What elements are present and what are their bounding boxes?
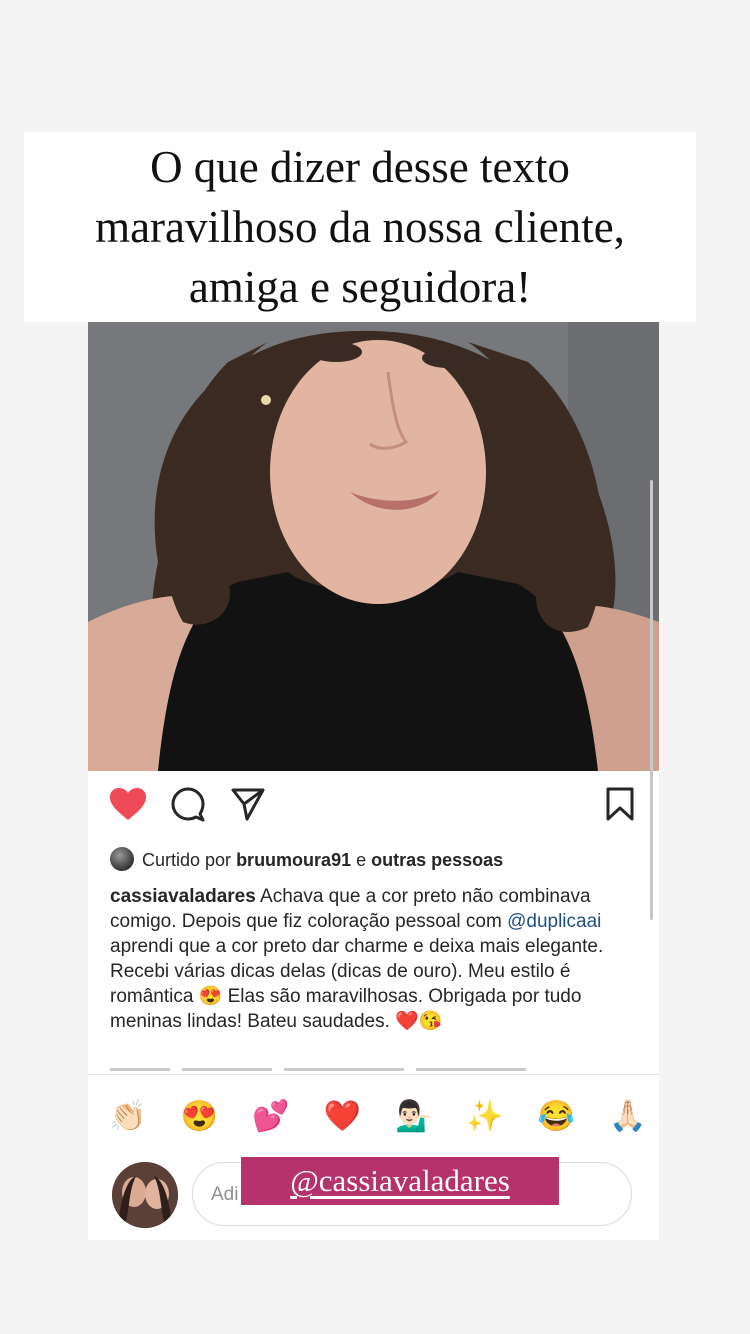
liked-by-username[interactable]: bruumoura91 (236, 850, 351, 870)
share-button[interactable] (228, 784, 268, 824)
heart-filled-icon (110, 788, 146, 820)
post-photo[interactable] (88, 322, 659, 771)
divider (88, 1074, 659, 1075)
reaction-clap[interactable]: 👏🏻 (108, 1096, 148, 1136)
avatar (112, 1162, 178, 1228)
liked-by-others[interactable]: outras pessoas (371, 850, 503, 870)
reaction-pray[interactable]: 🙏🏻 (608, 1096, 648, 1136)
cutoff-meta-line (110, 1066, 640, 1072)
reaction-sparkles[interactable]: ✨ (465, 1096, 505, 1136)
mention-sticker[interactable]: @cassiavaladares (241, 1157, 559, 1205)
liker-avatar (110, 847, 134, 871)
caption-mention[interactable]: @duplicaai (507, 911, 601, 932)
comment-button[interactable] (168, 784, 208, 824)
like-button[interactable] (108, 784, 148, 824)
scrollbar[interactable] (650, 480, 653, 920)
headline-line-2: maravilhoso da nossa cliente, (95, 202, 625, 252)
avatar-photo-icon (112, 1162, 178, 1228)
portrait-illustration (88, 322, 659, 771)
liked-by-line[interactable]: Curtido por bruumoura91 e outras pessoas (110, 846, 650, 874)
instagram-post-card: Curtido por bruumoura91 e outras pessoas… (88, 322, 659, 1240)
liked-by-prefix: Curtido por (142, 850, 232, 870)
post-actions (88, 784, 659, 830)
caption-text-2: aprendi que a cor preto dar charme e dei… (110, 936, 604, 1032)
caption-username[interactable]: cassiavaladares (110, 886, 256, 907)
reaction-tears-of-joy[interactable]: 😂 (537, 1096, 577, 1136)
reaction-tipping-hand[interactable]: 💁🏻‍♂️ (394, 1096, 434, 1136)
headline-line-1: O que dizer desse texto (150, 142, 570, 192)
quick-reaction-bar: 👏🏻 😍 💕 ❤️ 💁🏻‍♂️ ✨ 😂 🙏🏻 (108, 1094, 648, 1138)
reaction-red-heart[interactable]: ❤️ (322, 1096, 362, 1136)
paper-plane-icon (231, 788, 265, 821)
post-caption: cassiavaladares Achava que a cor preto n… (110, 884, 640, 1034)
story-headline: O que dizer desse texto maravilhoso da n… (24, 132, 696, 322)
reaction-heart-eyes[interactable]: 😍 (179, 1096, 219, 1136)
mention-sticker-label: @cassiavaladares (290, 1163, 510, 1198)
save-button[interactable] (600, 784, 640, 824)
comment-bubble-icon (171, 787, 205, 822)
liked-by-conj: e (356, 850, 367, 870)
reaction-two-hearts[interactable]: 💕 (251, 1096, 291, 1136)
bookmark-icon (606, 787, 634, 821)
headline-line-3: amiga e seguidora! (188, 262, 532, 312)
